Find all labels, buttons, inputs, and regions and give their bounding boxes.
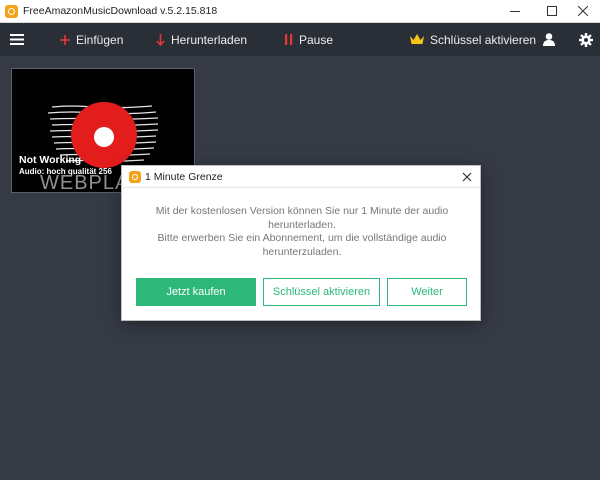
continue-button[interactable]: Weiter bbox=[387, 278, 467, 306]
pause-icon bbox=[285, 34, 293, 45]
plus-icon bbox=[60, 34, 70, 45]
download-arrow-icon bbox=[156, 33, 165, 46]
dialog-message: Mit der kostenlosen Version können Sie n… bbox=[132, 205, 472, 259]
track-watermark: WEBPLA bbox=[40, 172, 130, 193]
maximize-button[interactable] bbox=[535, 0, 569, 22]
user-icon bbox=[543, 33, 555, 46]
toolbar: Einfügen Herunterladen Pause Schlüssel a… bbox=[0, 23, 600, 56]
app-logo-icon bbox=[5, 5, 18, 18]
dialog-close-button[interactable] bbox=[460, 170, 474, 184]
menu-button[interactable] bbox=[10, 23, 30, 56]
add-button[interactable]: Einfügen bbox=[60, 23, 123, 56]
dialog-message-line: Bitte erwerben Sie ein Abonnement, um di… bbox=[157, 232, 447, 244]
window-titlebar: FreeAmazonMusicDownload v.5.2.15.818 bbox=[0, 0, 600, 23]
close-icon bbox=[578, 6, 588, 16]
gear-icon bbox=[579, 32, 593, 47]
dialog-header: 1 Minute Grenze bbox=[122, 166, 480, 188]
download-button[interactable]: Herunterladen bbox=[156, 23, 247, 56]
limit-dialog: 1 Minute Grenze Mit der kostenlosen Vers… bbox=[121, 165, 481, 321]
crown-icon bbox=[410, 34, 424, 44]
settings-button[interactable] bbox=[579, 23, 599, 56]
minimize-icon bbox=[510, 11, 520, 12]
dialog-title: 1 Minute Grenze bbox=[145, 171, 223, 183]
dialog-app-icon bbox=[129, 171, 141, 183]
close-icon bbox=[462, 172, 472, 182]
dialog-message-line: Mit der kostenlosen Version können Sie n… bbox=[155, 205, 449, 217]
dialog-message-line: herunterladen. bbox=[268, 218, 336, 231]
close-window-button[interactable] bbox=[566, 0, 600, 22]
maximize-icon bbox=[547, 6, 557, 16]
activate-key-label: Schlüssel aktivieren bbox=[430, 32, 537, 47]
track-title: Not Working bbox=[19, 154, 82, 166]
activate-key-button[interactable]: Schlüssel aktivieren bbox=[410, 23, 536, 56]
hamburger-menu-icon bbox=[10, 34, 24, 45]
account-button[interactable] bbox=[543, 23, 561, 56]
pause-button[interactable]: Pause bbox=[285, 23, 333, 56]
buy-now-button[interactable]: Jetzt kaufen bbox=[136, 278, 256, 306]
dialog-message-line: herunterzuladen. bbox=[262, 245, 342, 258]
window-title: FreeAmazonMusicDownload v.5.2.15.818 bbox=[23, 5, 218, 17]
download-label: Herunterladen bbox=[171, 32, 248, 47]
activate-key-dialog-button[interactable]: Schlüssel aktivieren bbox=[263, 278, 380, 306]
minimize-button[interactable] bbox=[498, 0, 532, 22]
add-label: Einfügen bbox=[76, 32, 124, 47]
pause-label: Pause bbox=[299, 32, 334, 47]
